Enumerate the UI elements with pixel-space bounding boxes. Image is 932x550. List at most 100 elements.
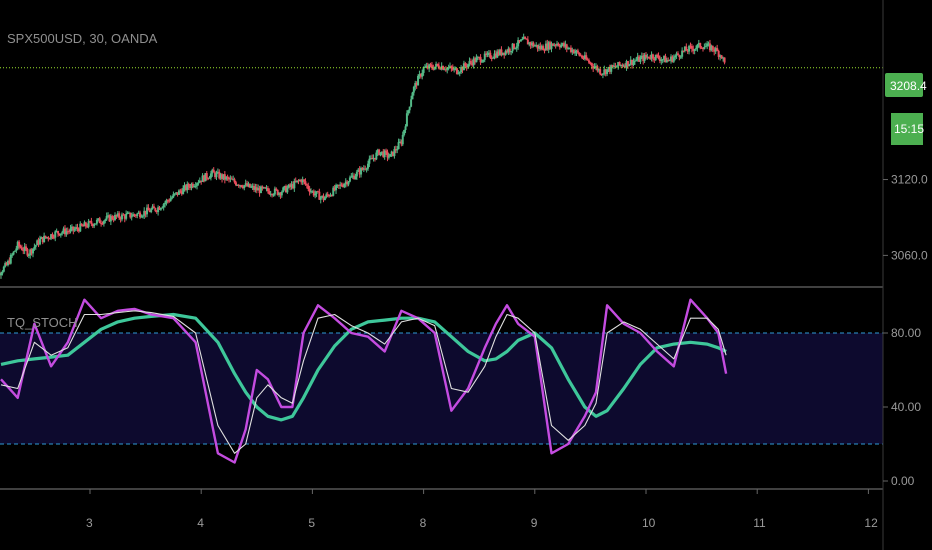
candle-body: [147, 207, 150, 211]
candle-body: [467, 64, 470, 68]
candle-body: [350, 176, 353, 178]
candle-body: [458, 72, 461, 74]
candle-body: [27, 255, 30, 257]
candle-body: [304, 181, 307, 185]
candle-body: [154, 208, 157, 211]
candle-body: [347, 181, 350, 185]
candle-body: [141, 215, 144, 217]
candle-body: [25, 246, 28, 250]
candle-body: [457, 73, 460, 75]
candle-body: [307, 185, 310, 190]
time-tick-label: 5: [308, 516, 315, 530]
candle-body: [599, 69, 602, 75]
candle-body: [305, 184, 308, 186]
candle-body: [215, 172, 218, 178]
candle-body: [512, 43, 515, 49]
candle-body: [197, 182, 200, 184]
candle-body: [335, 185, 338, 191]
candle-body: [679, 56, 682, 58]
candle-body: [136, 213, 139, 216]
symbol-title: SPX500USD, 30, OANDA: [7, 31, 158, 46]
candle-body: [93, 224, 96, 227]
trading-chart[interactable]: 3 4 5 8 9 10 11 12 3060.0 3120.0 0.00 40.00 80.00 S…: [0, 0, 932, 550]
bar-countdown-value: 15:15: [894, 122, 924, 136]
candle-body: [657, 55, 660, 59]
candle-body: [98, 218, 101, 224]
candle-body: [635, 60, 638, 62]
candle-body: [150, 209, 153, 213]
candle-body: [685, 46, 688, 51]
candle-body: [407, 110, 410, 114]
candle-body: [423, 66, 426, 68]
candle-body: [282, 187, 285, 193]
candle-body: [521, 39, 524, 41]
candle-body: [293, 181, 296, 189]
candle-body: [196, 183, 199, 186]
price-tick-label: 3060.0: [891, 248, 928, 262]
indicator-name: TQ_STOCH: [7, 315, 78, 330]
candle-body: [173, 193, 176, 195]
time-tick-label: 9: [531, 516, 538, 530]
candle-body: [162, 204, 165, 208]
candle-body: [386, 151, 389, 158]
candle-body: [205, 173, 208, 179]
candle-body: [524, 36, 527, 39]
candle-body: [411, 92, 414, 100]
candle-body: [11, 254, 14, 256]
candle-body: [464, 63, 467, 66]
candle-body: [286, 187, 289, 193]
candle-body: [405, 113, 408, 127]
candle-body: [139, 212, 142, 218]
stoch-tick-label: 40.00: [891, 400, 921, 414]
candle-body: [651, 54, 654, 59]
candle-body: [355, 171, 358, 177]
candle-body: [340, 184, 343, 186]
candle-body: [576, 50, 579, 53]
candle-body: [140, 216, 143, 218]
chart-background: [0, 0, 932, 550]
candle-body: [0, 273, 3, 276]
candle-body: [699, 43, 702, 48]
candle-body: [585, 55, 588, 60]
candle-body: [133, 214, 136, 216]
candle-body: [475, 57, 478, 63]
candle-body: [161, 207, 164, 209]
candle-body: [51, 234, 54, 238]
candle-body: [80, 223, 83, 226]
candle-body: [615, 66, 618, 68]
candle-body: [48, 238, 51, 240]
candle-body: [601, 73, 604, 75]
time-tick-label: 10: [642, 516, 656, 530]
candle-body: [674, 55, 677, 58]
candle-body: [233, 179, 236, 183]
candle-body: [723, 57, 726, 63]
candle-body: [275, 188, 278, 190]
candle-body: [18, 241, 21, 247]
candle-body: [417, 76, 420, 86]
time-tick-label: 12: [864, 516, 878, 530]
candle-body: [33, 246, 36, 249]
candle-body: [586, 59, 589, 61]
time-tick-label: 11: [753, 516, 766, 530]
last-price-tag: 3208.4: [885, 73, 927, 97]
candle-body: [455, 68, 458, 75]
candle-body: [152, 206, 155, 209]
candle-body: [172, 194, 175, 198]
candle-body: [385, 150, 388, 152]
candle-body: [469, 61, 472, 63]
candle-body: [343, 183, 346, 187]
candle-body: [76, 227, 79, 229]
candle-body: [13, 250, 16, 252]
candle-body: [480, 61, 483, 63]
candle-body: [676, 53, 679, 55]
candle-body: [169, 198, 172, 202]
candle-body: [164, 202, 167, 205]
candle-body: [489, 52, 492, 58]
candle-body: [581, 55, 584, 58]
candle-body: [94, 223, 97, 225]
candle-body: [105, 216, 108, 220]
candle-body: [696, 44, 699, 49]
candle-body: [492, 57, 495, 59]
candle-body: [12, 251, 15, 255]
candle-body: [182, 188, 185, 195]
